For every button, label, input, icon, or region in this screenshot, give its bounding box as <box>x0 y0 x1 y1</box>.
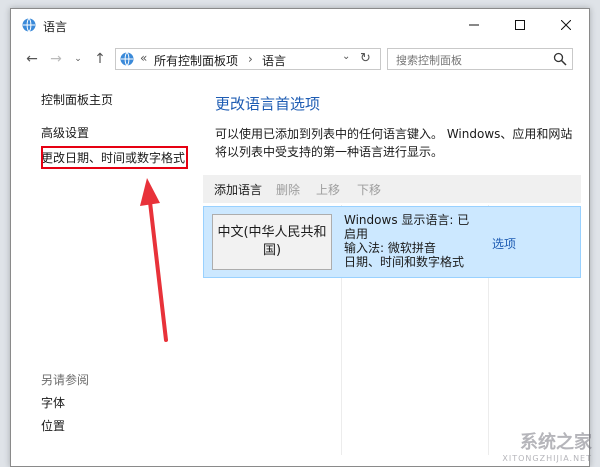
watermark-url: XITONGZHIJIA.NET <box>502 454 592 463</box>
annotation-arrow <box>140 178 168 342</box>
watermark: 系统之家 XITONGZHIJIA.NET <box>502 428 592 463</box>
watermark-title: 系统之家 <box>520 432 592 453</box>
